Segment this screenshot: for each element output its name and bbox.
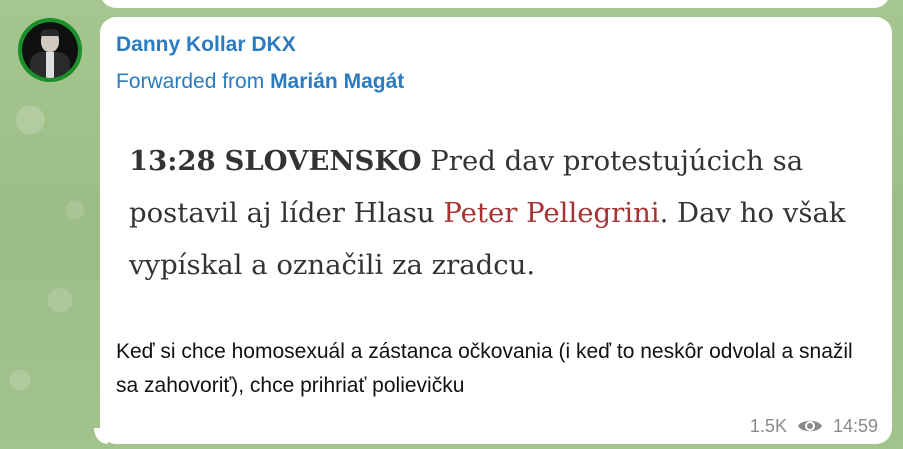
view-count: 1.5K <box>749 415 787 436</box>
message-time: 14:59 <box>832 415 878 436</box>
article-person: Peter Pellegrini <box>443 197 660 229</box>
previous-message-bubble <box>100 0 890 8</box>
forwarded-source-link[interactable]: Marián Magát <box>270 70 404 93</box>
avatar[interactable] <box>18 18 82 82</box>
article-screenshot[interactable]: 13:28 SLOVENSKO Pred dav protestujúcich … <box>129 135 869 291</box>
forwarded-header: Forwarded from Marián Magát <box>116 70 404 94</box>
article-time: 13:28 <box>129 145 216 177</box>
forwarded-prefix: Forwarded from <box>116 70 265 93</box>
article-country: SLOVENSKO <box>224 145 422 177</box>
avatar-photo <box>22 22 78 78</box>
message-bubble[interactable]: Danny Kollar DKX Forwarded from Marián M… <box>100 17 892 444</box>
message-meta: 1.5K 14:59 <box>750 414 878 438</box>
sender-name[interactable]: Danny Kollar DKX <box>116 33 296 57</box>
eye-icon <box>797 417 823 435</box>
message-caption: Keď si chce homosexuál a zástanca očkova… <box>116 340 853 397</box>
